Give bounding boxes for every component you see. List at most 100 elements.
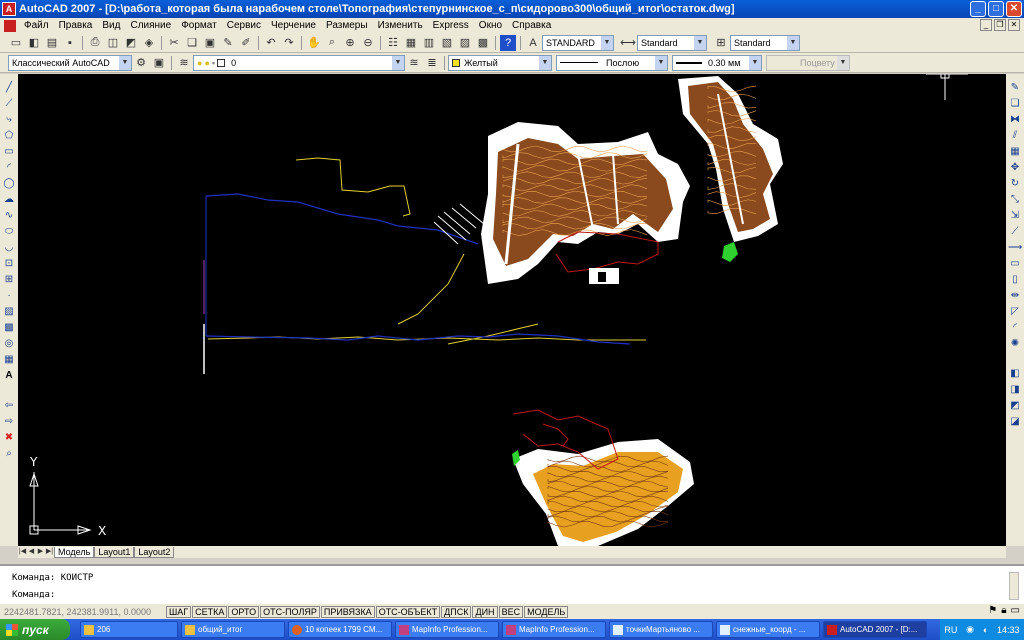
ellipse-icon[interactable]: ⬭	[2, 225, 16, 239]
close-button[interactable]: ✕	[1006, 1, 1022, 17]
make-block-icon[interactable]: ⊞	[2, 273, 16, 287]
chamfer-icon[interactable]: ◸	[1008, 305, 1022, 319]
menu-file[interactable]: Файл	[19, 20, 54, 31]
spline-icon[interactable]: ∿	[2, 209, 16, 223]
next-tab-icon[interactable]: ▶	[36, 547, 45, 557]
otrack-toggle[interactable]: ОТС-ОБЪЕКТ	[375, 605, 441, 618]
lock-icon[interactable]: 🔒︎	[1001, 605, 1006, 616]
scale-icon[interactable]: ⤡	[1008, 193, 1022, 207]
menu-format[interactable]: Формат	[176, 20, 222, 31]
rectangle-icon[interactable]: ▭	[2, 145, 16, 159]
undo-icon[interactable]: ↶	[263, 35, 279, 51]
last-tab-icon[interactable]: ▶|	[45, 547, 54, 557]
save-icon[interactable]: ▪	[62, 35, 78, 51]
fillet-icon[interactable]: ◜	[1008, 321, 1022, 335]
menu-tools[interactable]: Сервис	[222, 20, 266, 31]
first-tab-icon[interactable]: |◀	[18, 547, 27, 557]
task-folder-206[interactable]: 206	[80, 621, 178, 638]
properties-icon[interactable]: ☷	[385, 35, 401, 51]
osnap-toggle[interactable]: ПРИВЯЗКА	[320, 605, 375, 618]
insert-block-icon[interactable]: ⊡	[2, 257, 16, 271]
menu-view[interactable]: Вид	[97, 20, 125, 31]
minimize-button[interactable]: _	[970, 1, 986, 17]
join-icon[interactable]: ⇹	[1008, 289, 1022, 303]
redo-icon[interactable]: ↷	[281, 35, 297, 51]
zoom-window-icon[interactable]: ⊕	[342, 35, 358, 51]
help-icon[interactable]: ?	[500, 34, 516, 51]
cut-icon[interactable]: ✂	[166, 35, 182, 51]
layer-select[interactable]: ● ● ▪ 0 ▼	[193, 54, 405, 71]
table-icon[interactable]: ▦	[2, 353, 16, 367]
new-file-icon[interactable]: ▭	[8, 35, 24, 51]
bring-front-icon[interactable]: ◨	[1008, 383, 1022, 397]
preview-icon[interactable]: ◫	[105, 35, 121, 51]
dim-style-select[interactable]: Standard ▼	[637, 34, 707, 51]
forward-arrow-icon[interactable]: ⇨	[2, 415, 16, 429]
autocad-app-icon[interactable]: A	[2, 2, 16, 16]
command-window[interactable]: Команда: КОИСТР Команда:	[0, 564, 1024, 604]
search-icon[interactable]: ⌕	[2, 447, 16, 461]
rotate-icon[interactable]: ↻	[1008, 177, 1022, 191]
dyn-toggle[interactable]: ДИН	[472, 605, 498, 618]
grid-toggle[interactable]: СЕТКА	[192, 605, 228, 618]
doc-restore-button[interactable]: ❐	[994, 19, 1006, 31]
workspace-settings-icon[interactable]: ⚙	[133, 55, 149, 71]
layer-manager-icon[interactable]: ≋	[176, 55, 192, 71]
markup-icon[interactable]: ▨	[457, 35, 473, 51]
match-properties-icon[interactable]: ✎	[220, 35, 236, 51]
copy-object-icon[interactable]: ❏	[1008, 97, 1022, 111]
back-arrow-icon[interactable]: ⇦	[2, 399, 16, 413]
menu-edit[interactable]: Правка	[54, 20, 98, 31]
arc-icon[interactable]: ◜	[2, 161, 16, 175]
polygon-icon[interactable]: ⬠	[2, 129, 16, 143]
task-autocad[interactable]: AutoCAD 2007 - [D:...	[823, 621, 927, 638]
line-icon[interactable]: ╱	[2, 81, 16, 95]
array-icon[interactable]: ▦	[1008, 145, 1022, 159]
tab-layout2[interactable]: Layout2	[134, 546, 175, 558]
task-mapinfo-1[interactable]: MapInfo Profession...	[395, 621, 499, 638]
tool-palettes-icon[interactable]: ▥	[421, 35, 437, 51]
region-icon[interactable]: ◎	[2, 337, 16, 351]
task-notepad-coords[interactable]: снежные_коорд - ...	[716, 621, 820, 638]
trim-icon[interactable]: ⟋	[1008, 225, 1022, 239]
print-icon[interactable]: ⎙	[87, 35, 103, 51]
stop-icon[interactable]: ✖	[2, 431, 16, 445]
hatch-icon[interactable]: ▨	[2, 305, 16, 319]
linetype-select[interactable]: Послою ▼	[556, 54, 668, 71]
model-space-canvas[interactable]: Y X	[18, 74, 1006, 546]
bring-above-icon[interactable]: ◪	[1008, 415, 1022, 429]
dim-style-icon[interactable]: ⟷	[620, 35, 636, 51]
qnew-icon[interactable]: ◧	[26, 35, 42, 51]
table-style-icon[interactable]: ⊞	[713, 35, 729, 51]
revision-cloud-icon[interactable]: ☁	[2, 193, 16, 207]
draw-order-icon[interactable]: ◧	[1008, 367, 1022, 381]
sheet-set-icon[interactable]: ▧	[439, 35, 455, 51]
text-style-select[interactable]: STANDARD ▼	[542, 34, 614, 51]
communication-center-icon[interactable]: ⚑	[988, 605, 997, 616]
workspace-select[interactable]: Классический AutoCAD ▼	[8, 54, 132, 71]
workspace-save-icon[interactable]: ▣	[151, 55, 167, 71]
break-icon[interactable]: ▭	[1008, 257, 1022, 271]
zoom-realtime-icon[interactable]: ⌕	[324, 35, 340, 51]
stretch-icon[interactable]: ⇲	[1008, 209, 1022, 223]
menu-help[interactable]: Справка	[507, 20, 556, 31]
menu-merge[interactable]: Слияние	[125, 20, 176, 31]
multiline-text-icon[interactable]: A	[2, 369, 16, 383]
erase-icon[interactable]: ✎	[1008, 81, 1022, 95]
command-scrollbar[interactable]	[1009, 572, 1019, 600]
mirror-icon[interactable]: ⧓	[1008, 113, 1022, 127]
break-point-icon[interactable]: ▯	[1008, 273, 1022, 287]
clean-screen-icon[interactable]: ▭	[1011, 605, 1020, 616]
explode-icon[interactable]: ✺	[1008, 337, 1022, 351]
polar-toggle[interactable]: ОТС-ПОЛЯР	[260, 605, 320, 618]
paste-icon[interactable]: ▣	[202, 35, 218, 51]
ellipse-arc-icon[interactable]: ◡	[2, 241, 16, 255]
lwt-toggle[interactable]: ВЕС	[498, 605, 524, 618]
extend-icon[interactable]: ⟶	[1008, 241, 1022, 255]
move-icon[interactable]: ✥	[1008, 161, 1022, 175]
publish-icon[interactable]: ◩	[123, 35, 139, 51]
menu-window[interactable]: Окно	[474, 20, 507, 31]
circle-icon[interactable]: ◯	[2, 177, 16, 191]
start-button[interactable]: пуск	[0, 619, 70, 640]
tray-icon[interactable]: ◐	[983, 625, 988, 635]
